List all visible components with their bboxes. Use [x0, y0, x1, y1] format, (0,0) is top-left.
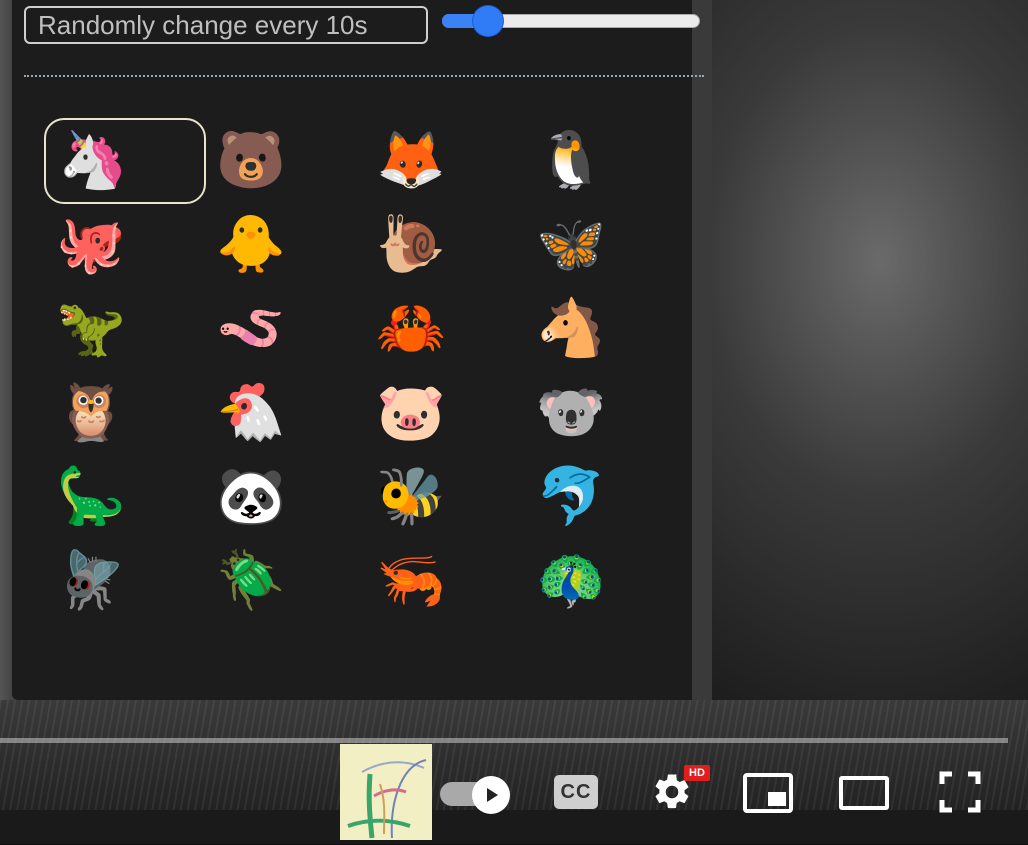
randomize-label: Randomly change every 10s — [24, 6, 428, 44]
miniplayer-button[interactable] — [740, 770, 796, 816]
emoji-option-fox[interactable]: 🦊 — [364, 118, 526, 204]
sauropod-icon: 🦕 — [56, 464, 126, 529]
fly-icon: 🪰 — [56, 548, 126, 613]
captions-icon: CC — [560, 780, 592, 803]
fox-icon: 🦊 — [376, 128, 446, 193]
hd-badge: HD — [684, 765, 710, 781]
unicorn-icon: 🦄 — [58, 128, 128, 193]
emoji-option-t-rex[interactable]: 🦖 — [44, 286, 206, 372]
penguin-icon: 🐧 — [536, 128, 606, 193]
emoji-option-crab[interactable]: 🦀 — [364, 286, 526, 372]
emoji-option-pig[interactable]: 🐷 — [364, 370, 526, 456]
emoji-option-horse[interactable]: 🐴 — [524, 286, 686, 372]
captions-button[interactable]: CC — [554, 775, 598, 809]
pig-icon: 🐷 — [376, 380, 446, 445]
crab-icon: 🦀 — [376, 296, 446, 361]
chicken-icon: 🐔 — [216, 380, 286, 445]
emoji-option-octopus[interactable]: 🐙 — [44, 202, 206, 288]
emoji-option-worm[interactable]: 🪱 — [204, 286, 366, 372]
logo-icon — [340, 744, 432, 840]
emoji-option-bear[interactable]: 🐻 — [204, 118, 366, 204]
emoji-option-chick[interactable]: 🐥 — [204, 202, 366, 288]
emoji-picker-panel: Randomly change every 10s 🦄 🐻 🦊 🐧 🐙 🐥 🐌 🦋 🦖 🪱 🦀 🐴 🦉 🐔… — [12, 0, 704, 700]
emoji-option-owl[interactable]: 🦉 — [44, 370, 206, 456]
snail-icon: 🐌 — [376, 212, 446, 277]
emoji-option-shrimp[interactable]: 🦐 — [364, 538, 526, 624]
horse-icon: 🐴 — [536, 296, 606, 361]
bee-icon: 🐝 — [376, 464, 446, 529]
panda-icon: 🐼 — [216, 464, 286, 529]
peacock-icon: 🦚 — [536, 548, 606, 613]
emoji-option-peacock[interactable]: 🦚 — [524, 538, 686, 624]
dolphin-icon: 🐬 — [536, 464, 606, 529]
emoji-option-bee[interactable]: 🐝 — [364, 454, 526, 540]
chick-icon: 🐥 — [216, 212, 286, 277]
emoji-option-beetle[interactable]: 🪲 — [204, 538, 366, 624]
emoji-option-dolphin[interactable]: 🐬 — [524, 454, 686, 540]
emoji-option-butterfly[interactable]: 🦋 — [524, 202, 686, 288]
beetle-icon: 🪲 — [216, 548, 286, 613]
worm-icon: 🪱 — [216, 296, 286, 361]
emoji-option-penguin[interactable]: 🐧 — [524, 118, 686, 204]
shrimp-icon: 🦐 — [376, 548, 446, 613]
theater-mode-icon — [839, 776, 889, 810]
emoji-option-koala[interactable]: 🐨 — [524, 370, 686, 456]
section-divider — [24, 75, 704, 77]
koala-icon: 🐨 — [536, 380, 606, 445]
fullscreen-icon — [939, 771, 981, 813]
butterfly-icon: 🦋 — [536, 212, 606, 277]
emoji-option-chicken[interactable]: 🐔 — [204, 370, 366, 456]
autoplay-toggle-icon — [472, 776, 510, 814]
emoji-option-snail[interactable]: 🐌 — [364, 202, 526, 288]
emoji-option-sauropod[interactable]: 🦕 — [44, 454, 206, 540]
t-rex-icon: 🦖 — [56, 296, 126, 361]
video-progress-bar[interactable] — [0, 738, 1008, 743]
panel-scrollbar[interactable] — [692, 0, 712, 700]
slider-thumb[interactable] — [473, 6, 503, 36]
interval-slider[interactable] — [442, 6, 700, 36]
theater-mode-button[interactable] — [836, 772, 892, 814]
owl-icon: 🦉 — [56, 380, 126, 445]
emoji-option-unicorn[interactable]: 🦄 — [44, 118, 206, 204]
bear-icon: 🐻 — [216, 128, 286, 193]
octopus-icon: 🐙 — [56, 212, 126, 277]
emoji-option-panda[interactable]: 🐼 — [204, 454, 366, 540]
emoji-option-fly[interactable]: 🪰 — [44, 538, 206, 624]
miniplayer-icon — [743, 773, 793, 813]
autoplay-toggle[interactable] — [440, 776, 510, 814]
fullscreen-button[interactable] — [936, 768, 984, 816]
